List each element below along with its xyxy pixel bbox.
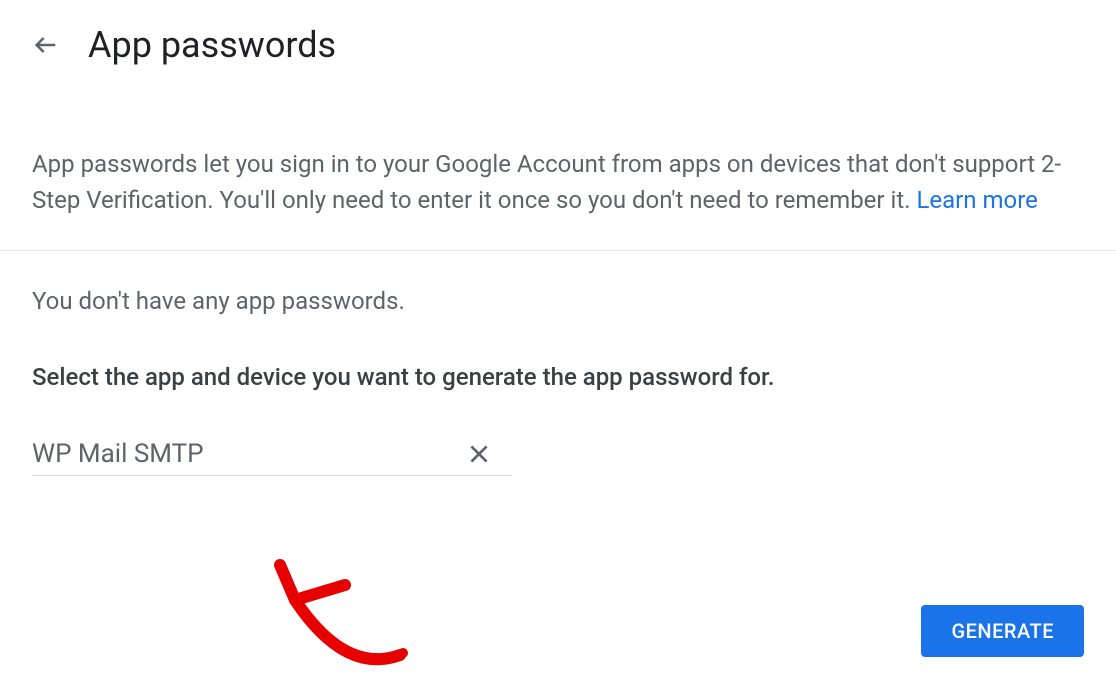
back-arrow-icon[interactable] <box>32 31 60 59</box>
learn-more-link[interactable]: Learn more <box>916 186 1037 214</box>
annotation-arrow-icon <box>225 540 425 680</box>
generate-button[interactable]: GENERATE <box>921 605 1084 657</box>
page-header: App passwords <box>0 0 1116 86</box>
select-instruction: Select the app and device you want to ge… <box>32 363 1084 391</box>
app-name-input[interactable] <box>32 439 466 469</box>
description-body: App passwords let you sign in to your Go… <box>32 150 1061 214</box>
description-text: App passwords let you sign in to your Go… <box>0 86 1116 251</box>
content-area: You don't have any app passwords. Select… <box>0 251 1116 512</box>
page-title: App passwords <box>88 24 336 66</box>
app-name-input-row <box>32 439 512 476</box>
no-passwords-message: You don't have any app passwords. <box>32 287 1084 315</box>
clear-input-icon[interactable] <box>466 441 492 467</box>
